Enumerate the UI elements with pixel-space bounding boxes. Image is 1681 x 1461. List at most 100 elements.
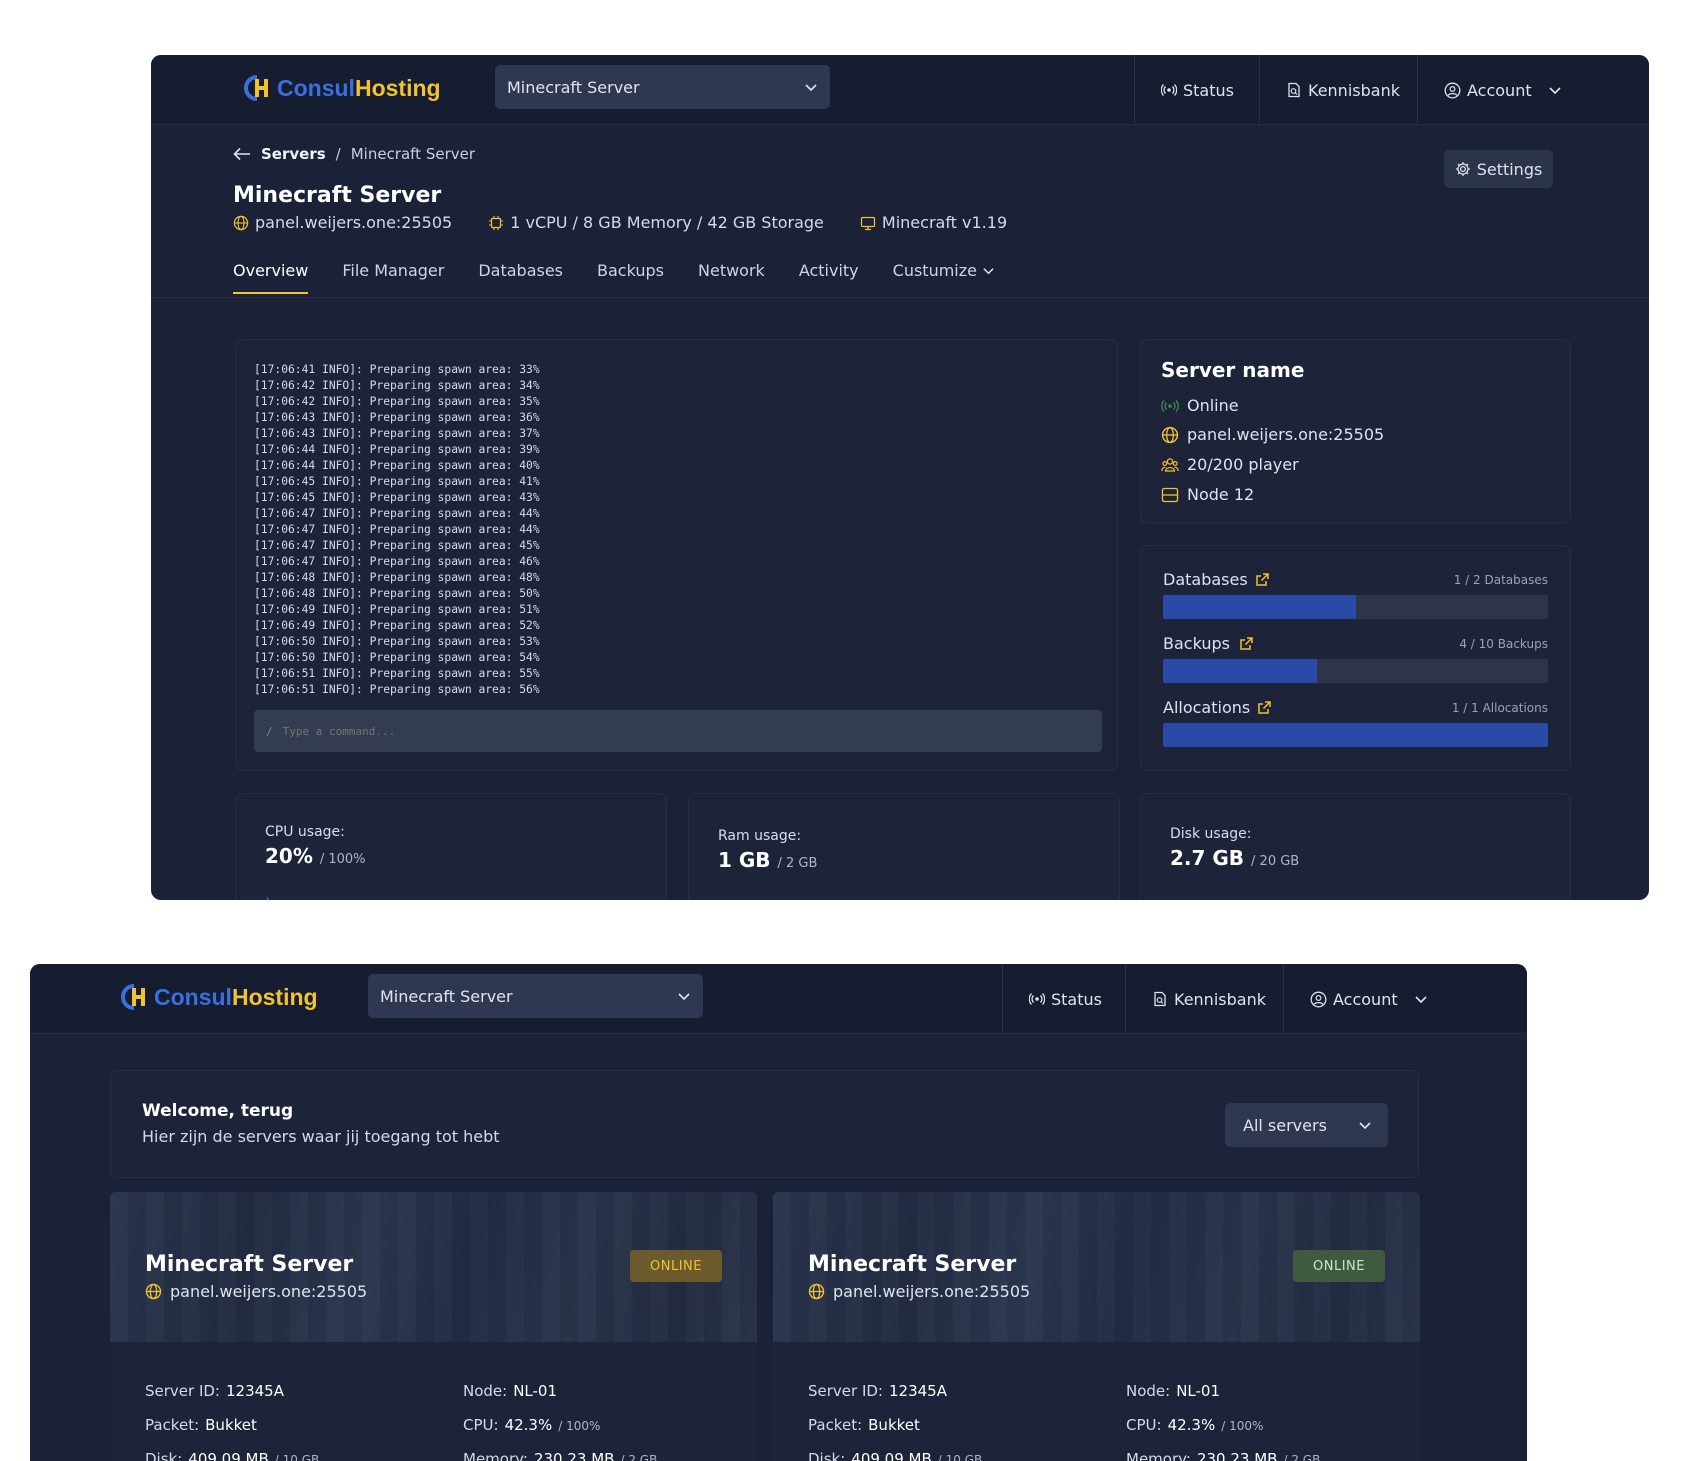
server-disk-label: Disk: [145,1450,183,1461]
limit-allocations-bar [1163,723,1548,747]
nav-kennisbank-label: Kennisbank [1308,80,1400,100]
info-players: 20/200 player [1161,455,1299,474]
tab-file-manager[interactable]: File Manager [342,261,444,294]
welcome-title: Welcome, terug [142,1101,294,1121]
server-card-address-text: panel.weijers.one:25505 [170,1282,368,1301]
server-cpu-max: / 100% [1221,1419,1264,1433]
nav-account-label: Account [1467,80,1532,100]
user-circle-icon [1310,991,1327,1007]
globe-icon [145,1283,162,1300]
meta-address: panel.weijers.one:25505 [233,213,452,232]
nav-kennisbank[interactable]: Kennisbank [1259,55,1417,125]
server-select[interactable]: Minecraft Server [368,974,703,1018]
console-line: [17:06:47 INFO]: Preparing spawn area: 4… [254,555,540,568]
logo-icon [244,75,268,101]
tab-backups[interactable]: Backups [597,261,664,294]
brand-part1: Consul [277,74,355,101]
arrow-left-icon[interactable] [233,147,251,161]
document-search-icon [1288,82,1300,98]
server-memory-value: 230.23 MB [533,1450,615,1461]
console-line: [17:06:48 INFO]: Preparing spawn area: 4… [254,571,540,584]
console-line: [17:06:45 INFO]: Preparing spawn area: 4… [254,475,540,488]
info-node: Node 12 [1161,485,1254,504]
server-memory-label: Memory: [1126,1450,1191,1461]
server-card[interactable]: Minecraft Server panel.weijers.one:25505… [110,1192,757,1461]
breadcrumb: Servers / Minecraft Server [233,145,475,163]
tab-databases[interactable]: Databases [478,261,563,294]
console-line: [17:06:44 INFO]: Preparing spawn area: 4… [254,459,540,472]
server-meta: panel.weijers.one:25505 1 vCPU / 8 GB Me… [233,213,1007,232]
server-node-value: NL-01 [1176,1382,1221,1400]
server-filter-select[interactable]: All servers [1225,1103,1388,1147]
external-link-icon[interactable] [1255,572,1270,587]
brand-logo[interactable]: Consul Hosting [243,73,441,103]
gear-icon [1455,162,1470,176]
command-input[interactable] [282,724,1083,738]
tab-customize[interactable]: Custumize [893,261,995,294]
document-search-icon [1154,991,1166,1007]
console-line: [17:06:43 INFO]: Preparing spawn area: 3… [254,427,540,440]
nav-status[interactable]: Status [1002,964,1125,1034]
server-cpu-label: CPU: [1126,1416,1162,1434]
nav-status-label: Status [1051,989,1102,1009]
external-link-icon[interactable] [1257,700,1272,715]
server-packet: Packet: Bukket [145,1416,257,1434]
monitor-icon [860,216,876,230]
server-disk-max: / 10 GB [937,1453,983,1461]
server-id-value: 12345A [226,1382,284,1400]
command-bar[interactable]: / [254,710,1102,752]
settings-button[interactable]: Settings [1444,150,1553,188]
server-packet-value: Bukket [205,1416,257,1434]
broadcast-icon [1029,993,1045,1005]
server-cpu-label: CPU: [463,1416,499,1434]
server-id-value: 12345A [889,1382,947,1400]
welcome-subtitle: Hier zijn de servers waar jij toegang to… [142,1127,500,1146]
server-memory-value: 230.23 MB [1196,1450,1278,1461]
console-line: [17:06:47 INFO]: Preparing spawn area: 4… [254,539,540,552]
cpu-usage-value: 20% / 100% [265,844,366,868]
nav-status[interactable]: Status [1134,55,1259,125]
breadcrumb-servers-link[interactable]: Servers [261,145,326,163]
info-address-text: panel.weijers.one:25505 [1187,425,1385,444]
broadcast-icon [1161,399,1179,412]
server-disk-max: / 10 GB [274,1453,320,1461]
ram-usage-value: 1 GB / 2 GB [718,848,817,872]
tab-activity[interactable]: Activity [799,261,859,294]
ram-usage-number: 1 GB [718,848,771,872]
limit-backups-count: 4 / 10 Backups [1459,636,1548,651]
server-disk-label: Disk: [808,1450,846,1461]
server-node-value: NL-01 [513,1382,558,1400]
cpu-usage-card: CPU usage: 20% / 100% [235,793,667,900]
external-link-icon[interactable] [1239,636,1254,651]
tabs-divider [151,297,1649,298]
server-select[interactable]: Minecraft Server [495,65,830,109]
nav-account[interactable]: Account [1283,964,1433,1034]
server-select-value: Minecraft Server [507,77,640,97]
server-disk-value: 409.09 MB [188,1450,269,1461]
console-line: [17:06:48 INFO]: Preparing spawn area: 5… [254,587,540,600]
disk-usage-value: 2.7 GB / 20 GB [1170,846,1299,870]
info-status: Online [1161,396,1239,415]
server-tabs: Overview File Manager Databases Backups … [233,261,995,294]
server-select-value: Minecraft Server [380,986,513,1006]
chevron-down-icon [1549,87,1561,95]
nav-status-label: Status [1183,80,1234,100]
tab-network[interactable]: Network [698,261,765,294]
server-disk-value: 409.09 MB [851,1450,932,1461]
tab-overview[interactable]: Overview [233,261,309,294]
meta-version: Minecraft v1.19 [860,213,1007,232]
server-filter-value: All servers [1243,1115,1327,1135]
tab-customize-label: Custumize [892,261,977,280]
server-id-label: Server ID: [145,1382,220,1400]
user-circle-icon [1444,82,1461,98]
console-line: [17:06:47 INFO]: Preparing spawn area: 4… [254,523,540,536]
nav-account[interactable]: Account [1417,55,1567,125]
brand-part1: Consul [154,983,232,1010]
globe-icon [1161,426,1179,443]
dashboard-window: Consul Hosting Minecraft Server Status Ke… [30,964,1527,1461]
chevron-down-icon [983,268,994,275]
server-card[interactable]: Minecraft Server panel.weijers.one:25505… [773,1192,1420,1461]
brand-logo[interactable]: Consul Hosting [120,982,318,1012]
nav-kennisbank[interactable]: Kennisbank [1125,964,1283,1034]
server-cpu: CPU: 42.3% / 100% [1126,1416,1263,1434]
